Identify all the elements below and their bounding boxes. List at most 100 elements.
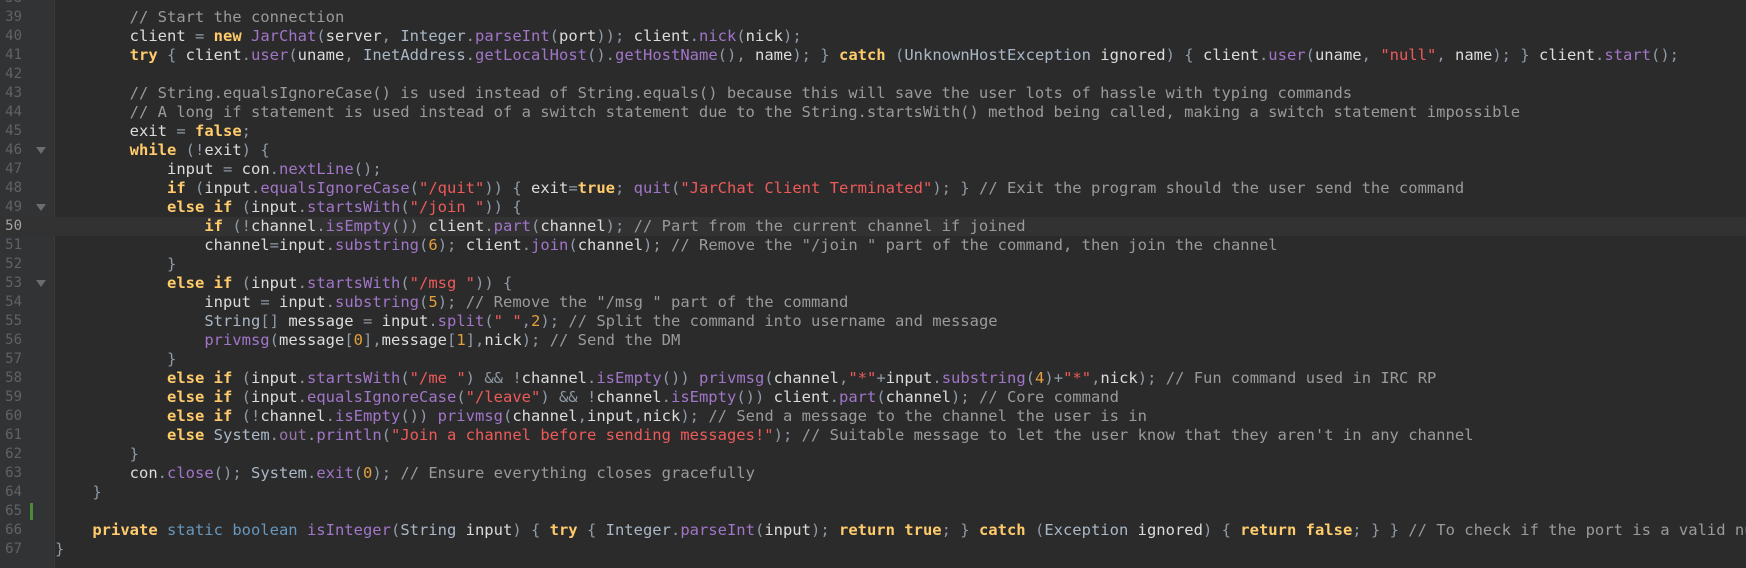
code-token: ( [549,27,559,45]
code-token: String [204,312,261,330]
code-token: ( [1305,46,1315,64]
line-number: 64 [5,484,22,500]
code-token: ( [400,274,410,292]
line-number: 43 [5,85,22,101]
code-editor[interactable]: 3839 // Start the connection40 client = … [0,0,1746,568]
code-line[interactable]: 64 } [0,483,1746,502]
code-line[interactable]: 57 } [0,350,1746,369]
code-line[interactable]: 40 client = new JarChat(server, Integer.… [0,27,1746,46]
code-token: startsWith [307,198,401,216]
code-line[interactable]: 43 // String.equalsIgnoreCase() is used … [0,84,1746,103]
fold-toggle-icon[interactable] [36,280,46,287]
code-token: " " [493,312,522,330]
code-token: ], [465,331,485,349]
code-token: privmsg [437,407,503,425]
code-line[interactable]: 63 con.close(); System.exit(0); // Ensur… [0,464,1746,483]
code-line[interactable]: 65 [0,502,1746,521]
code-line[interactable]: 58 else if (input.startsWith("/me ") && … [0,369,1746,388]
code-line[interactable]: 51 channel=input.substring(6); client.jo… [0,236,1746,255]
code-token: input [278,236,326,254]
line-number: 62 [5,446,22,462]
code-line[interactable]: 59 else if (input.equalsIgnoreCase("/lea… [0,388,1746,407]
line-number: 56 [5,332,22,348]
code-line[interactable]: 50 if (!channel.isEmpty()) client.part(c… [0,217,1746,236]
code-token: ( [671,179,681,197]
code-token: "*" [848,369,877,387]
code-token: // A long if statement is used instead o… [129,103,1521,121]
code-line[interactable]: 48 if (input.equalsIgnoreCase("/quit")) … [0,179,1746,198]
code-line[interactable]: 47 input = con.nextLine(); [0,160,1746,179]
code-token: ); [1137,369,1166,387]
code-line[interactable]: 56 privmsg(message[0],message[1],nick); … [0,331,1746,350]
code-token: Integer [605,521,671,539]
code-token: exit [55,122,177,140]
code-line[interactable]: 66 private static boolean isInteger(Stri… [0,521,1746,540]
code-text: private static boolean isInteger(String … [55,521,1746,540]
code-line[interactable]: 67} [0,540,1746,559]
code-token: ( [754,521,765,539]
code-token: while [129,141,186,159]
code-token: ( [269,331,279,349]
vcs-change-marker-icon [30,503,33,520]
code-token: InetAddress [363,46,466,64]
code-line[interactable]: 52 } [0,255,1746,274]
code-line[interactable]: 42 [0,65,1746,84]
code-token: // To check if the port is a valid numbe… [1408,521,1746,539]
code-line[interactable]: 41 try { client.user(uname, InetAddress.… [0,46,1746,65]
code-line[interactable]: 62 } [0,445,1746,464]
code-token: , [381,27,401,45]
code-token: isEmpty [670,388,737,406]
code-line[interactable]: 54 input = input.substring(5); // Remove… [0,293,1746,312]
code-line[interactable]: 53 else if (input.startsWith("/msg ")) { [0,274,1746,293]
code-line[interactable]: 44 // A long if statement is used instea… [0,103,1746,122]
code-token: input [204,179,251,197]
code-token: ( [381,426,392,444]
line-number: 46 [5,142,22,158]
code-token: ); [643,236,672,254]
code-line[interactable]: 55 String[] message = input.split(" ",2)… [0,312,1746,331]
code-token: // Send a message to the channel the use… [708,407,1147,425]
code-token: = [269,236,279,254]
code-token: input [250,274,298,292]
code-line[interactable]: 61 else System.out.println("Join a chann… [0,426,1746,445]
code-token: ()) [400,407,438,425]
code-token: . [689,27,699,45]
code-token: parseInt [680,521,755,539]
code-token: try [129,46,167,64]
code-token: ()) [661,369,699,387]
code-token: "/quit" [419,179,485,197]
code-line[interactable]: 49 else if (input.startsWith("/join ")) … [0,198,1746,217]
code-line[interactable]: 39 // Start the connection [0,8,1746,27]
fold-toggle-icon[interactable] [36,147,46,154]
code-line[interactable]: 38 [0,0,1746,8]
code-text: else if (!channel.isEmpty()) privmsg(cha… [55,407,1147,426]
code-line[interactable]: 45 exit = false; [0,122,1746,141]
code-token: )) { [484,179,531,197]
code-token: println [316,426,382,444]
code-token: , [1436,46,1455,64]
code-token: ); } [792,46,839,64]
code-text: // Start the connection [55,8,345,27]
code-line[interactable]: 46 while (!exit) { [0,141,1746,160]
code-token: split [437,312,485,330]
code-token: uname [1314,46,1362,64]
code-text: channel=input.substring(6); client.join(… [55,236,1277,255]
code-token: return false [1240,521,1353,539]
code-token: message [381,331,447,349]
code-token: . [316,217,326,235]
code-token: ) && ! [465,369,522,387]
code-token: ( [876,388,886,406]
code-token: channel [540,217,606,235]
code-token: client [773,388,830,406]
code-token: ( [894,46,905,64]
fold-toggle-icon[interactable] [36,204,46,211]
code-token: ( [194,179,205,197]
code-line[interactable]: 60 else if (!channel.isEmpty()) privmsg(… [0,407,1746,426]
code-token: channel [577,236,644,254]
code-token: // Part from the current channel if join… [633,217,1026,235]
code-token: UnknownHostException [904,46,1101,64]
